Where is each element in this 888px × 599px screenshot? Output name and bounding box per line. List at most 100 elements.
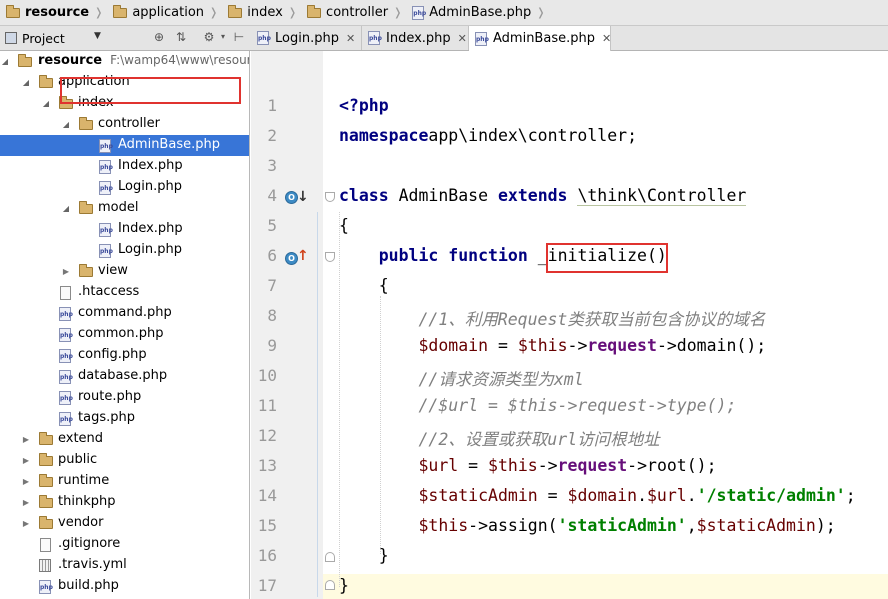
navigation-breadcrumb-bar: resource ❭ application ❭ index ❭ controller ❭ ph… bbox=[0, 0, 888, 26]
chevron-right-icon[interactable]: ▶ bbox=[21, 435, 31, 444]
close-icon[interactable]: ✕ bbox=[458, 32, 467, 45]
php-file-icon: php bbox=[59, 328, 73, 342]
tree-item-label: common.php bbox=[78, 326, 164, 341]
chevron-down-icon[interactable]: ◢ bbox=[61, 120, 71, 129]
tree-item[interactable]: .htaccess bbox=[0, 282, 249, 303]
tree-item[interactable]: ▶ view bbox=[0, 261, 249, 282]
folder-icon bbox=[39, 75, 53, 88]
tree-item-label: build.php bbox=[58, 578, 119, 593]
tree-item[interactable]: ▶ public bbox=[0, 450, 249, 471]
tree-item[interactable]: php Index.php bbox=[0, 156, 249, 177]
tree-item[interactable]: php build.php bbox=[0, 576, 249, 597]
tree-item[interactable]: php Login.php bbox=[0, 240, 249, 261]
tree-item[interactable]: ◢ model bbox=[0, 198, 249, 219]
code-token: namespace bbox=[339, 126, 429, 145]
arrow-up-icon[interactable]: ↑ bbox=[297, 249, 309, 263]
breadcrumb-item[interactable]: index ❭ bbox=[222, 0, 301, 25]
line-number: 4 bbox=[267, 186, 277, 205]
code-token: //请求资源类型为xml bbox=[418, 370, 584, 389]
tree-root-resource[interactable]: ◢ resource F:\wamp64\www\resource bbox=[0, 51, 249, 72]
file-icon bbox=[60, 286, 71, 300]
editor-tab-label: AdminBase.php bbox=[493, 31, 595, 46]
code-token: ->domain(); bbox=[656, 336, 767, 355]
fold-marker[interactable] bbox=[325, 552, 335, 562]
chevron-right-icon: ❭ bbox=[209, 6, 219, 19]
gear-icon[interactable]: ⚙ bbox=[202, 30, 216, 44]
tree-item[interactable]: php AdminBase.php bbox=[0, 135, 249, 156]
tree-item-label: command.php bbox=[78, 305, 172, 320]
chevron-right-icon[interactable]: ▶ bbox=[21, 456, 31, 465]
editor-tab[interactable]: php Login.php ✕ bbox=[251, 26, 362, 50]
tree-item-label: runtime bbox=[58, 473, 110, 488]
fold-marker[interactable] bbox=[325, 252, 335, 262]
chevron-down-icon[interactable]: ◢ bbox=[21, 78, 31, 87]
code-line: //请求资源类型为xml bbox=[339, 366, 584, 390]
chevron-right-icon[interactable]: ▶ bbox=[61, 267, 71, 276]
chevron-right-icon[interactable]: ▶ bbox=[21, 477, 31, 486]
folder-icon bbox=[39, 474, 53, 487]
chevron-right-icon[interactable]: ▶ bbox=[21, 498, 31, 507]
chevron-down-icon[interactable]: ◢ bbox=[61, 204, 71, 213]
breadcrumb-item[interactable]: resource ❭ bbox=[0, 0, 107, 25]
tree-item[interactable]: php Login.php bbox=[0, 177, 249, 198]
tree-item[interactable]: ◢ application bbox=[0, 72, 249, 93]
tree-item[interactable]: php common.php bbox=[0, 324, 249, 345]
tree-item[interactable]: ▶ thinkphp bbox=[0, 492, 249, 513]
chevron-down-icon[interactable]: ◢ bbox=[0, 57, 10, 66]
line-number: 5 bbox=[267, 216, 277, 235]
folder-icon bbox=[59, 96, 73, 109]
arrow-down-icon[interactable]: ↓ bbox=[297, 190, 309, 204]
breadcrumb-label: resource bbox=[25, 5, 90, 20]
breadcrumb-item[interactable]: php AdminBase.php ❭ bbox=[406, 0, 549, 25]
tree-item[interactable]: php command.php bbox=[0, 303, 249, 324]
code-line: class AdminBase extends \think\Controlle… bbox=[339, 186, 747, 206]
code-token: = bbox=[537, 486, 568, 505]
project-panel-header[interactable]: Project ▼ ⊕ ⇅ ⚙ ▾ ⊢ bbox=[0, 26, 250, 50]
tree-item[interactable]: php config.php bbox=[0, 345, 249, 366]
tree-item[interactable]: .gitignore bbox=[0, 534, 249, 555]
close-icon[interactable]: ✕ bbox=[346, 32, 355, 45]
scroll-from-source-icon[interactable]: ⊕ bbox=[152, 30, 166, 44]
breadcrumb-item[interactable]: application ❭ bbox=[107, 0, 222, 25]
chevron-down-icon[interactable]: ▼ bbox=[94, 31, 101, 41]
fold-marker[interactable] bbox=[325, 192, 335, 202]
tree-item[interactable]: .travis.yml bbox=[0, 555, 249, 576]
tree-item[interactable]: ◢ controller bbox=[0, 114, 249, 135]
breadcrumb-item[interactable]: controller ❭ bbox=[301, 0, 406, 25]
tree-item-label: database.php bbox=[78, 368, 168, 383]
line-number: 2 bbox=[267, 126, 277, 145]
tree-item[interactable]: php database.php bbox=[0, 366, 249, 387]
chevron-down-icon[interactable]: ▾ bbox=[216, 30, 230, 44]
code-token: $url bbox=[418, 456, 459, 475]
tree-item[interactable]: php Index.php bbox=[0, 219, 249, 240]
chevron-down-icon[interactable]: ◢ bbox=[41, 99, 51, 108]
tree-item[interactable]: ◢ index bbox=[0, 93, 249, 114]
collapse-all-icon[interactable]: ⇅ bbox=[174, 30, 188, 44]
code-token: } bbox=[339, 576, 349, 595]
chevron-right-icon[interactable]: ▶ bbox=[21, 519, 31, 528]
folder-icon bbox=[307, 4, 322, 18]
chevron-right-icon: ❭ bbox=[287, 6, 298, 19]
file-icon bbox=[40, 538, 51, 552]
tree-item[interactable]: php route.php bbox=[0, 387, 249, 408]
code-token: function bbox=[448, 246, 528, 265]
hide-panel-icon[interactable]: ⊢ bbox=[232, 30, 246, 44]
tree-item[interactable]: php tags.php bbox=[0, 408, 249, 429]
project-view-icon bbox=[5, 32, 17, 44]
tree-item[interactable]: ▶ runtime bbox=[0, 471, 249, 492]
editor-tab[interactable]: php Index.php ✕ bbox=[362, 26, 469, 50]
line-number: 15 bbox=[257, 516, 277, 535]
tree-item-label: Index.php bbox=[118, 221, 183, 236]
close-icon[interactable]: ✕ bbox=[602, 32, 611, 45]
line-number: 12 bbox=[257, 426, 277, 445]
folder-icon bbox=[79, 264, 93, 277]
editor-tab[interactable]: php AdminBase.php ✕ bbox=[469, 26, 611, 51]
tree-item[interactable]: ▶ vendor bbox=[0, 513, 249, 534]
php-file-icon: php bbox=[99, 160, 113, 174]
tree-item[interactable]: ▶ extend bbox=[0, 429, 249, 450]
code-token: //$url = $this->request->type(); bbox=[418, 396, 737, 415]
code-token: { bbox=[339, 216, 349, 235]
php-file-icon: php bbox=[59, 412, 73, 426]
fold-marker[interactable] bbox=[325, 580, 335, 590]
